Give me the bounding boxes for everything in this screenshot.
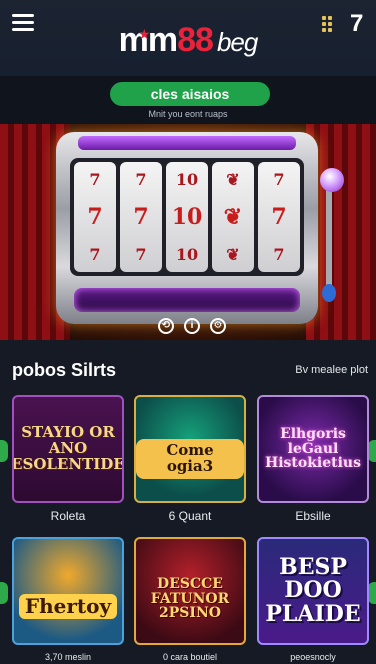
game-label: 6 Quant (168, 509, 212, 523)
brand-logo[interactable]: ★ mm88 beg (0, 20, 376, 62)
reel-symbol: 10 (175, 245, 199, 265)
game-label: 0 cara boutiel (162, 652, 218, 662)
game-card-art-text: Come ogia3 (136, 439, 244, 479)
slot-machine-image: 7 7 7 7 7 7 10 10 10 ❦ ❦ ❦ 7 7 7 (56, 132, 318, 324)
reel-symbol: 7 (135, 245, 147, 265)
machine-base-light (74, 288, 300, 312)
game-card-art-text: BESP DOO PLAIDE (265, 554, 361, 627)
logo-88: 88 (177, 21, 214, 59)
game-card-art-text: STAYIO OR ANO LESOLENTIDES (12, 423, 124, 473)
game-card[interactable]: STAYIO OR ANO LESOLENTIDES (12, 395, 124, 503)
game-label: Ebsille (295, 509, 331, 523)
section-title: pobos Silrts (12, 360, 117, 380)
hero-banner[interactable]: 7 7 7 7 7 7 10 10 10 ❦ ❦ ❦ 7 7 7 ⟲ i ⚙ (0, 124, 376, 340)
reel-symbol: 7 (273, 169, 285, 189)
reel-symbol: 10 (171, 203, 203, 230)
reel-symbol: 7 (89, 169, 101, 189)
settings-icon[interactable]: ⚙ (210, 318, 226, 334)
reel-symbol: 7 (89, 245, 101, 265)
notification-count[interactable]: 7 (350, 10, 363, 38)
reel-3: 10 10 10 (166, 162, 208, 272)
logo-beg: beg (216, 27, 258, 57)
reel-symbol: 7 (133, 203, 149, 230)
reel-symbol: 7 (273, 245, 285, 265)
scroll-right-icon[interactable] (368, 582, 376, 604)
app-header: ★ mm88 beg 7 (0, 0, 376, 76)
game-card[interactable]: DESCCE FATUNOR 2PSINO (134, 537, 246, 645)
machine-top-light (78, 136, 296, 150)
info-icon[interactable]: i (184, 318, 200, 334)
reel-2: 7 7 7 (120, 162, 162, 272)
cta-strip: cles aisaios Mnit you eont ruaps (0, 76, 376, 124)
game-label: peoesnocly (290, 652, 336, 662)
cta-button[interactable]: cles aisaios (110, 82, 270, 106)
cta-subtext: Mnit you eont ruaps (148, 109, 228, 119)
reel-symbol: 7 (271, 203, 287, 230)
reel-4: ❦ ❦ ❦ (212, 162, 254, 272)
game-label: Roleta (50, 509, 86, 523)
scroll-left-icon[interactable] (0, 582, 8, 604)
reel-symbol: ❦ (226, 169, 240, 189)
game-label: 3,70 meslin (44, 652, 92, 662)
carousel-controls: ⟲ i ⚙ (158, 318, 226, 334)
logo-star-icon: ★ (138, 26, 151, 42)
grid-dots-icon[interactable] (322, 16, 332, 32)
game-card[interactable]: Come ogia3 (134, 395, 246, 503)
reel-symbol: 7 (87, 203, 103, 230)
section-more-link[interactable]: Bv mealee plot (295, 364, 368, 376)
reel-symbol: 7 (135, 169, 147, 189)
replay-icon[interactable]: ⟲ (158, 318, 174, 334)
reel-5: 7 7 7 (258, 162, 300, 272)
slot-reels: 7 7 7 7 7 7 10 10 10 ❦ ❦ ❦ 7 7 7 (70, 158, 304, 276)
lever-ball-icon (320, 168, 344, 192)
game-card-art-text: DESCCE FATUNOR 2PSINO (150, 575, 230, 622)
game-card[interactable]: Elhgoris leGaul Histokietius (257, 395, 369, 503)
lever-base (322, 284, 336, 302)
reel-symbol: 10 (175, 169, 199, 189)
game-card-art-text: Elhgoris leGaul Histokietius (264, 425, 361, 472)
reel-symbol: ❦ (223, 203, 243, 230)
scroll-left-icon[interactable] (0, 440, 8, 462)
reel-symbol: ❦ (226, 245, 240, 265)
game-card[interactable]: Fhertoy (12, 537, 124, 645)
scroll-right-icon[interactable] (368, 440, 376, 462)
game-card-art-text: Fhertoy (18, 593, 118, 619)
reel-1: 7 7 7 (74, 162, 116, 272)
lever-arm (326, 176, 332, 296)
game-card[interactable]: BESP DOO PLAIDE (257, 537, 369, 645)
